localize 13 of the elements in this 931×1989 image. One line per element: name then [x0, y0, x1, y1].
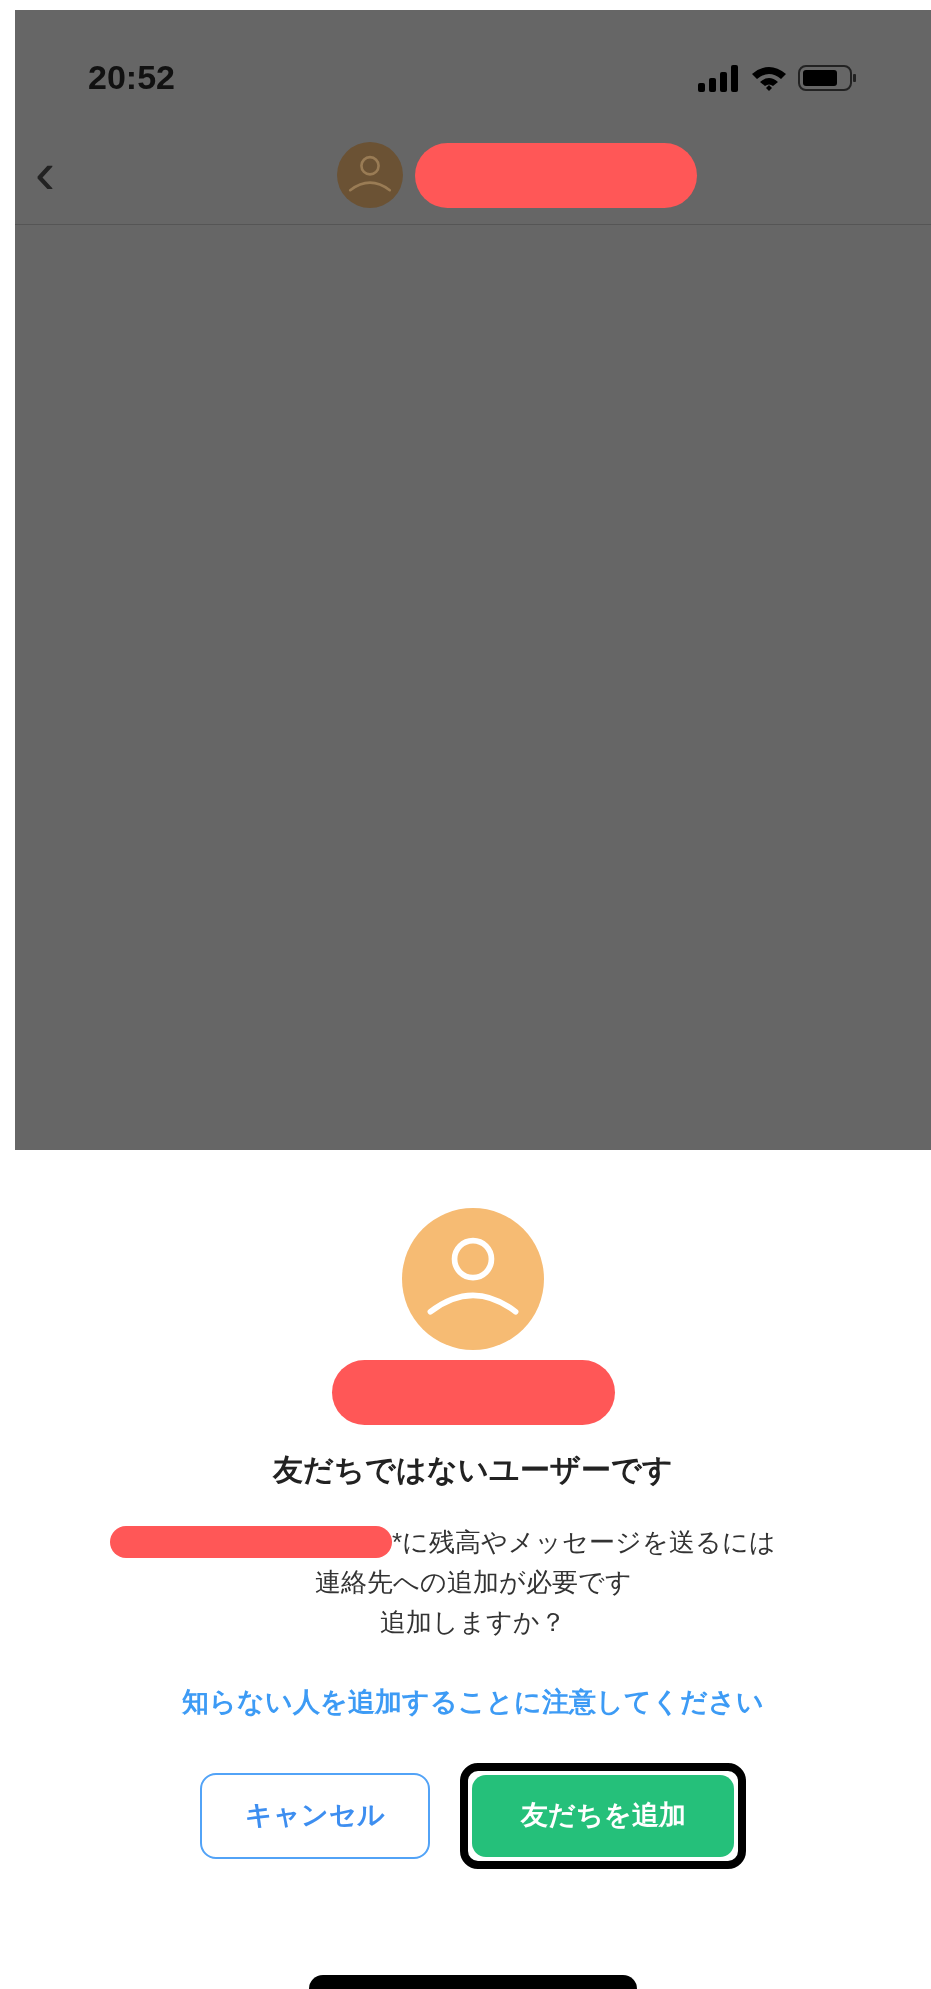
back-button[interactable]: ‹ [35, 143, 55, 211]
status-time: 20:52 [88, 57, 175, 98]
warning-link[interactable]: 知らない人を追加することに注意してください [182, 1682, 764, 1723]
message-text: *に残高やメッセージを送るには [391, 1526, 777, 1559]
add-friend-button[interactable]: 友だちを追加 [472, 1774, 734, 1857]
message-text: 連絡先への追加が必要です [314, 1566, 632, 1599]
cancel-button[interactable]: キャンセル [200, 1772, 430, 1859]
message-text: 追加しますか？ [380, 1606, 566, 1639]
avatar-icon [402, 1208, 544, 1350]
signal-icon [698, 63, 740, 92]
contact-avatar-icon [337, 142, 403, 208]
dialog-title: 友だちではないユーザーです [273, 1452, 673, 1488]
battery-icon [798, 63, 858, 92]
